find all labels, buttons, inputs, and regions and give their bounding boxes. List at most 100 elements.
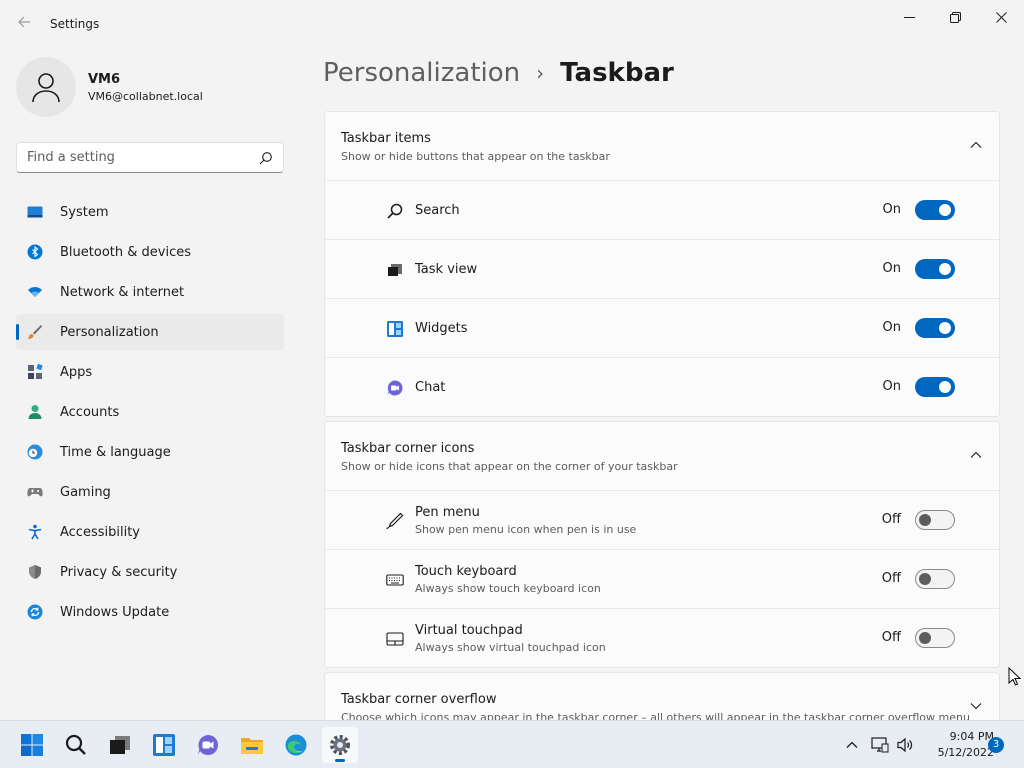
setting-row-chat: Chat On (325, 357, 999, 416)
setting-label: Task view (415, 261, 478, 277)
group-title: Taskbar items (341, 131, 431, 146)
sidebar-item-personalization[interactable]: Personalization (16, 314, 284, 350)
taskbar-clock[interactable]: 9:04 PM 5/12/2022 (920, 729, 994, 761)
setting-description: Always show touch keyboard icon (415, 581, 601, 595)
arrow-left-icon (18, 16, 30, 28)
bluetooth-icon (26, 243, 44, 261)
user-profile[interactable]: VM6 VM6@collabnet.local (16, 57, 203, 117)
title-bar: Settings (0, 0, 1024, 48)
apps-icon (26, 363, 44, 381)
sidebar-item-apps[interactable]: Apps (16, 354, 284, 390)
search-toggle[interactable] (915, 200, 955, 220)
start-icon (21, 734, 43, 756)
search-icon[interactable] (259, 151, 273, 165)
group-taskbar-items: Taskbar items Show or hide buttons that … (324, 111, 1000, 417)
sidebar-item-time-language[interactable]: Time & language (16, 434, 284, 470)
toggle-knob (919, 573, 931, 585)
setting-description: Show pen menu icon when pen is in use (415, 522, 637, 536)
close-button[interactable] (978, 6, 1024, 28)
restore-button[interactable] (932, 6, 978, 28)
group-header-taskbar-items[interactable]: Taskbar items Show or hide buttons that … (325, 112, 999, 180)
page-title: Taskbar (560, 58, 674, 88)
chevron-up-icon (970, 141, 982, 148)
search-icon (385, 201, 405, 221)
taskbar-widgets-button[interactable] (146, 727, 182, 763)
group-title: Taskbar corner icons (341, 441, 475, 456)
edge-icon (285, 734, 307, 756)
chat-icon (385, 378, 405, 398)
system-icon (26, 203, 44, 221)
taskbar-edge-button[interactable] (278, 727, 314, 763)
shield-icon (26, 563, 44, 581)
restore-icon (949, 11, 961, 23)
pen-menu-toggle[interactable] (915, 510, 955, 530)
toggle-state-label: Off (881, 571, 901, 586)
taskbar-search-button[interactable] (58, 727, 94, 763)
sidebar-item-bluetooth[interactable]: Bluetooth & devices (16, 234, 284, 270)
group-description: Show or hide icons that appear on the co… (341, 460, 678, 473)
widgets-icon (153, 734, 175, 756)
person-icon (32, 73, 60, 103)
setting-label: Chat (415, 379, 446, 395)
taskbar-file-explorer-button[interactable] (234, 727, 270, 763)
chevron-up-icon (846, 741, 858, 748)
notification-badge[interactable]: 3 (988, 737, 1004, 753)
toggle-state-label: On (882, 202, 901, 217)
taskbar-chat-button[interactable] (190, 727, 226, 763)
wifi-icon (26, 283, 44, 301)
breadcrumb-parent[interactable]: Personalization (323, 58, 520, 88)
settings-icon (330, 735, 350, 755)
minimize-button[interactable] (886, 6, 932, 28)
taskbar-settings-button[interactable] (322, 727, 358, 763)
toggle-state-label: Off (881, 630, 901, 645)
touch-keyboard-toggle[interactable] (915, 569, 955, 589)
toggle-state-label: On (882, 320, 901, 335)
setting-row-pen-menu: Pen menu Show pen menu icon when pen is … (325, 490, 999, 549)
toggle-knob (939, 204, 951, 216)
virtual-touchpad-toggle[interactable] (915, 628, 955, 648)
clock-date: 5/12/2022 (937, 746, 994, 759)
group-description: Show or hide buttons that appear on the … (341, 150, 610, 163)
tray-overflow-button[interactable] (842, 735, 862, 755)
chevron-up-icon (970, 451, 982, 458)
gamepad-icon (26, 483, 44, 501)
toggle-knob (919, 514, 931, 526)
back-button[interactable] (12, 12, 36, 36)
setting-row-widgets: Widgets On (325, 298, 999, 357)
sidebar-item-system[interactable]: System (16, 194, 284, 230)
network-icon (871, 737, 889, 753)
chat-toggle[interactable] (915, 377, 955, 397)
search-input[interactable] (27, 150, 259, 165)
group-header-taskbar-corner-icons[interactable]: Taskbar corner icons Show or hide icons … (325, 422, 999, 490)
toggle-state-label: Off (881, 512, 901, 527)
chevron-down-icon (970, 703, 982, 710)
sidebar-item-accessibility[interactable]: Accessibility (16, 514, 284, 550)
toggle-knob (939, 381, 951, 393)
sidebar-nav: System Bluetooth & devices Network & int… (16, 194, 284, 634)
taskbar-task-view-button[interactable] (102, 727, 138, 763)
search-icon (65, 734, 86, 755)
sidebar-item-privacy[interactable]: Privacy & security (16, 554, 284, 590)
start-button[interactable] (14, 727, 50, 763)
setting-row-search: Search On (325, 180, 999, 239)
toggle-state-label: On (882, 379, 901, 394)
sidebar-item-gaming[interactable]: Gaming (16, 474, 284, 510)
sidebar-item-label: Windows Update (60, 604, 170, 620)
group-title: Taskbar corner overflow (341, 692, 497, 707)
sidebar-item-label: Apps (60, 364, 93, 380)
sidebar-item-network[interactable]: Network & internet (16, 274, 284, 310)
group-header-taskbar-corner-overflow[interactable]: Taskbar corner overflow Choose which ico… (325, 673, 999, 720)
profile-name: VM6 (88, 71, 121, 87)
widgets-toggle[interactable] (915, 318, 955, 338)
sidebar-item-label: Accessibility (60, 524, 140, 540)
tray-volume-button[interactable] (895, 735, 915, 755)
task-view-toggle[interactable] (915, 259, 955, 279)
sidebar-item-windows-update[interactable]: Windows Update (16, 594, 284, 630)
setting-row-touch-keyboard: Touch keyboard Always show touch keyboar… (325, 549, 999, 608)
settings-content[interactable]: Taskbar items Show or hide buttons that … (324, 111, 1000, 720)
sidebar-item-accounts[interactable]: Accounts (16, 394, 284, 430)
group-taskbar-corner-overflow: Taskbar corner overflow Choose which ico… (324, 672, 1000, 720)
tray-network-button[interactable] (870, 735, 890, 755)
clock-globe-icon (26, 443, 44, 461)
setting-label: Widgets (415, 320, 468, 336)
